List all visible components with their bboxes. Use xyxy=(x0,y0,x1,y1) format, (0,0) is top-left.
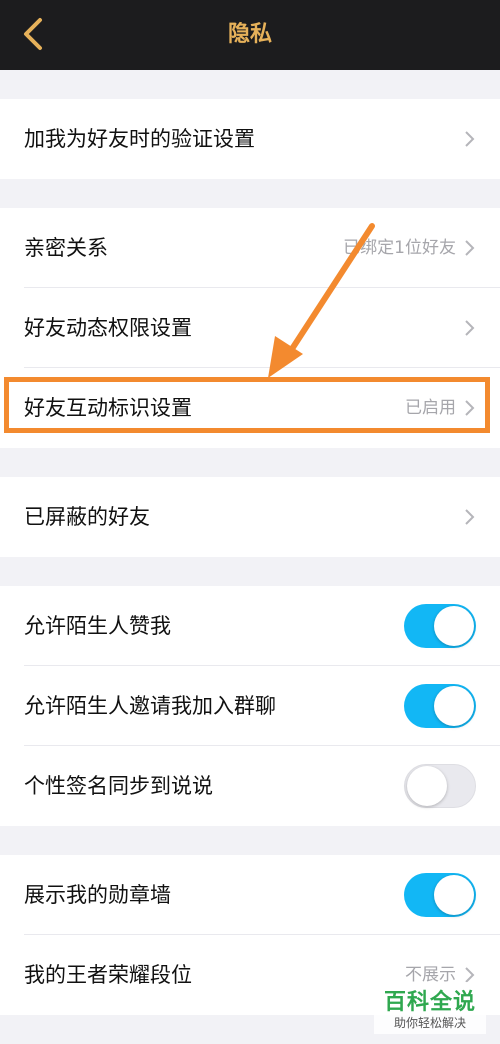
blocked-friends-row[interactable]: 已屏蔽的好友 xyxy=(0,477,500,557)
nav-bar: 隐私 xyxy=(0,0,500,70)
show-medal-wall-row: 展示我的勋章墙 xyxy=(0,855,500,935)
row-label: 允许陌生人邀请我加入群聊 xyxy=(24,694,276,718)
row-label: 展示我的勋章墙 xyxy=(24,883,171,907)
chevron-right-icon xyxy=(465,320,475,336)
verification-setting-row[interactable]: 加我为好友时的验证设置 xyxy=(0,99,500,179)
intimate-relationship-row[interactable]: 亲密关系 已绑定1位好友 xyxy=(0,208,500,288)
group-verification: 加我为好友时的验证设置 xyxy=(0,99,500,179)
row-label: 我的王者荣耀段位 xyxy=(24,963,192,987)
allow-stranger-group-invite-toggle[interactable] xyxy=(404,684,476,728)
chevron-right-icon xyxy=(465,131,475,147)
row-label: 好友动态权限设置 xyxy=(24,316,192,340)
allow-stranger-likes-toggle[interactable] xyxy=(404,604,476,648)
signature-sync-toggle[interactable] xyxy=(404,764,476,808)
toggle-knob xyxy=(434,606,474,646)
highlight-box xyxy=(4,377,490,433)
allow-stranger-group-invite-row: 允许陌生人邀请我加入群聊 xyxy=(0,666,500,746)
row-label: 个性签名同步到说说 xyxy=(24,774,213,798)
group-blocked: 已屏蔽的好友 xyxy=(0,477,500,557)
show-medal-wall-toggle[interactable] xyxy=(404,873,476,917)
watermark: 百科全说 助你轻松解决 xyxy=(374,982,486,1034)
group-stranger: 允许陌生人赞我 允许陌生人邀请我加入群聊 个性签名同步到说说 xyxy=(0,586,500,826)
toggle-knob xyxy=(434,875,474,915)
row-value: 已绑定1位好友 xyxy=(343,238,456,258)
page-title: 隐私 xyxy=(227,22,272,47)
row-label: 允许陌生人赞我 xyxy=(24,614,171,638)
signature-sync-row: 个性签名同步到说说 xyxy=(0,746,500,826)
toggle-knob xyxy=(434,686,474,726)
allow-stranger-likes-row: 允许陌生人赞我 xyxy=(0,586,500,666)
watermark-title: 百科全说 xyxy=(383,990,476,1015)
row-label: 亲密关系 xyxy=(24,236,108,260)
friend-moments-permission-row[interactable]: 好友动态权限设置 xyxy=(0,288,500,368)
row-label: 已屏蔽的好友 xyxy=(24,505,150,529)
chevron-right-icon xyxy=(465,240,475,256)
chevron-right-icon xyxy=(465,509,475,525)
toggle-knob xyxy=(407,766,447,806)
row-label: 加我为好友时的验证设置 xyxy=(24,127,255,151)
watermark-subtitle: 助你轻松解决 xyxy=(393,1016,466,1030)
